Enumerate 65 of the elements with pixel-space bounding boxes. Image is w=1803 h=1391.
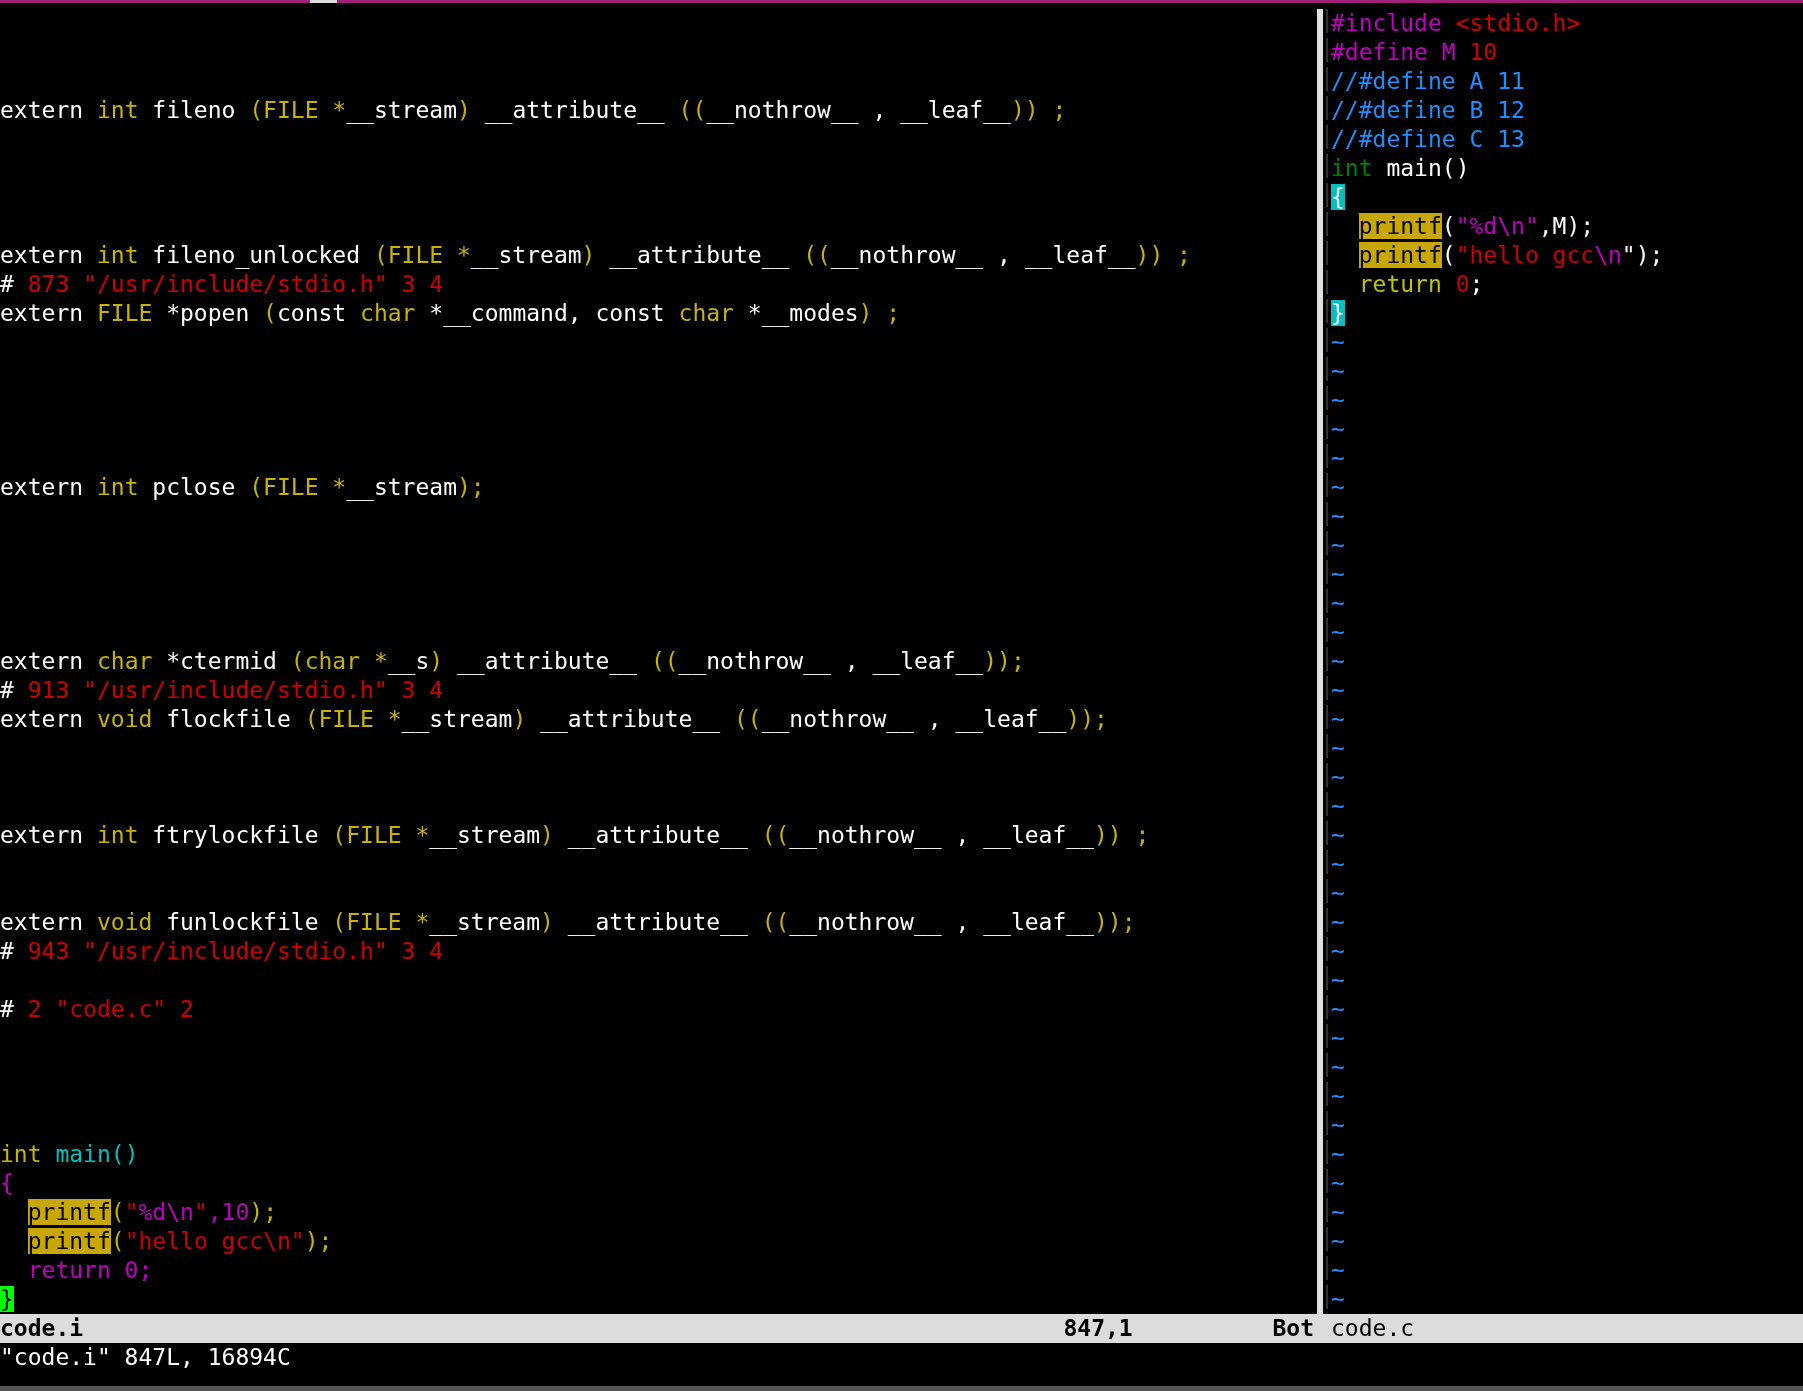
- file-name: code.i: [0, 1314, 85, 1343]
- empty-line-marker: ~: [1331, 937, 1345, 966]
- empty-line-marker: ~: [1331, 618, 1345, 647]
- code-line: printf("%d\n",10);: [27, 1198, 277, 1227]
- empty-line-marker: ~: [1331, 1024, 1345, 1053]
- code-line: # 943 "/usr/include/stdio.h" 3 4: [0, 937, 444, 966]
- empty-line-marker: ~: [1331, 966, 1345, 995]
- empty-line-marker: ~: [1331, 1169, 1345, 1198]
- code-line: int main(): [1331, 154, 1470, 183]
- empty-line-marker: ~: [1331, 1256, 1345, 1285]
- code-line: extern int fileno (FILE *__stream) __attribute__ ((__nothrow__ , __leaf__)) ;: [0, 96, 1067, 125]
- code-line: printf("hello gcc\n");: [27, 1227, 333, 1256]
- empty-line-marker: ~: [1331, 386, 1345, 415]
- empty-line-marker: ~: [1331, 444, 1345, 473]
- empty-line-marker: ~: [1331, 415, 1345, 444]
- code-line: printf("%d\n",M);: [1358, 212, 1595, 241]
- empty-line-marker: ~: [1331, 473, 1345, 502]
- empty-line-marker: ~: [1331, 995, 1345, 1024]
- code-line: extern void flockfile (FILE *__stream) __attribute__ ((__nothrow__ , __leaf__));: [0, 705, 1108, 734]
- code-line: return 0;: [1358, 270, 1484, 299]
- code-line: extern int pclose (FILE *__stream);: [0, 473, 485, 502]
- empty-line-marker: ~: [1331, 589, 1345, 618]
- code-line: return 0;: [27, 1256, 153, 1285]
- code-line: # 873 "/usr/include/stdio.h" 3 4: [0, 270, 444, 299]
- code-line: extern char *ctermid (char *__s) __attribute__ ((__nothrow__ , __leaf__));: [0, 647, 1025, 676]
- code-line: # 2 "code.c" 2: [0, 995, 194, 1024]
- empty-line-marker: ~: [1331, 1227, 1345, 1256]
- code-line: //#define B 12: [1331, 96, 1525, 125]
- empty-line-marker: ~: [1331, 502, 1345, 531]
- empty-line-marker: ~: [1331, 908, 1345, 937]
- empty-line-marker: ~: [1331, 850, 1345, 879]
- empty-line-marker: ~: [1331, 531, 1345, 560]
- empty-line-marker: ~: [1331, 705, 1345, 734]
- code-line: int main(): [0, 1140, 139, 1169]
- code-line: extern void funlockfile (FILE *__stream) __attribute__ ((__nothrow__ , __leaf__));: [0, 908, 1136, 937]
- empty-line-marker: ~: [1331, 1111, 1345, 1140]
- empty-line-marker: ~: [1331, 763, 1345, 792]
- code-line: extern int ftrylockfile (FILE *__stream) __attribute__ ((__nothrow__ , __leaf__)) ;: [0, 821, 1150, 850]
- empty-line-marker: ~: [1331, 1082, 1345, 1111]
- empty-line-marker: ~: [1331, 879, 1345, 908]
- code-line: #include <stdio.h>: [1331, 9, 1581, 38]
- empty-line-marker: ~: [1331, 560, 1345, 589]
- code-line: {: [0, 1169, 14, 1198]
- empty-line-marker: ~: [1331, 734, 1345, 763]
- empty-line-marker: ~: [1331, 1140, 1345, 1169]
- code-line: #define M 10: [1331, 38, 1498, 67]
- empty-line-marker: ~: [1331, 647, 1345, 676]
- code-line: # 913 "/usr/include/stdio.h" 3 4: [0, 676, 444, 705]
- code-line: //#define A 11: [1331, 67, 1525, 96]
- code-line: extern FILE *popen (const char *__command, const char *__modes) ;: [0, 299, 901, 328]
- empty-line-marker: ~: [1331, 1053, 1345, 1082]
- empty-line-marker: ~: [1331, 328, 1345, 357]
- empty-line-marker: ~: [1331, 676, 1345, 705]
- status-message: "code.i" 847L, 16894C: [0, 1344, 291, 1370]
- empty-line-marker: ~: [1331, 821, 1345, 850]
- empty-line-marker: ~: [1331, 1285, 1345, 1314]
- code-line: //#define C 13: [1331, 125, 1525, 154]
- code-line: extern int fileno_unlocked (FILE *__stream) __attribute__ ((__nothrow__ , __leaf__)) ;: [0, 241, 1191, 270]
- code-line: printf("hello gcc\n");: [1358, 241, 1664, 270]
- empty-line-marker: ~: [1331, 357, 1345, 386]
- scroll-position: Bot: [1272, 1314, 1314, 1343]
- cursor-position: 847,1: [1063, 1314, 1134, 1343]
- empty-line-marker: ~: [1331, 1198, 1345, 1227]
- file-name: code.c: [1331, 1315, 1415, 1341]
- empty-line-marker: ~: [1331, 792, 1345, 821]
